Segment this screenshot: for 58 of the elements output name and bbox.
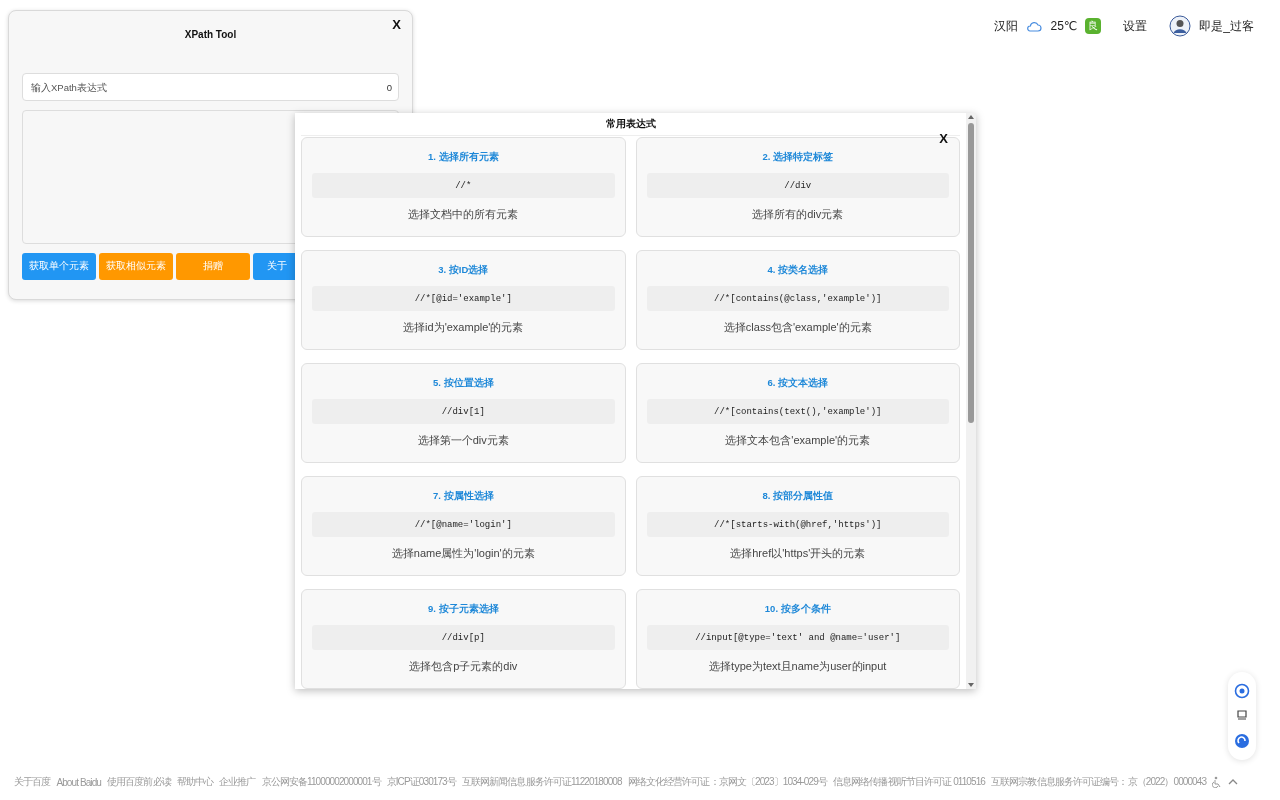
expression-card[interactable]: 9. 按子元素选择 //div[p] 选择包含p子元素的div xyxy=(301,589,626,689)
accessibility-icon[interactable] xyxy=(1212,776,1223,788)
avatar-icon[interactable] xyxy=(1169,15,1192,37)
card-title: 8. 按部分属性值 xyxy=(762,490,834,503)
card-description: 选择id为'example'的元素 xyxy=(403,320,524,335)
expression-code: //*[starts-with(@href,'https')] xyxy=(646,512,949,537)
expression-code: //div[1] xyxy=(312,399,615,424)
expression-card[interactable]: 4. 按类名选择 //*[contains(@class,'example')] 选择class包含'example'的元素 xyxy=(635,250,960,350)
card-title: 9. 按子元素选择 xyxy=(427,603,499,616)
expression-code: //div[p] xyxy=(312,625,615,650)
card-description: 选择class包含'example'的元素 xyxy=(723,320,872,335)
expression-code: //*[contains(@class,'example')] xyxy=(646,286,949,311)
scroll-up-icon[interactable] xyxy=(967,113,975,121)
card-description: 选择第一个div元素 xyxy=(417,433,509,448)
card-title: 6. 按文本选择 xyxy=(767,377,829,390)
card-title: 7. 按属性选择 xyxy=(432,490,494,503)
air-quality-badge: 良 xyxy=(1085,18,1102,34)
card-description: 选择文本包含'example'的元素 xyxy=(725,433,871,448)
expression-code: //*[@id='example'] xyxy=(312,286,615,311)
card-title: 4. 按类名选择 xyxy=(767,264,829,277)
expression-card[interactable]: 5. 按位置选择 //div[1] 选择第一个div元素 xyxy=(301,363,626,463)
panel-title: XPath Tool xyxy=(184,29,237,42)
xpath-input[interactable]: 输入XPath表达式 xyxy=(29,80,387,94)
close-button[interactable]: X xyxy=(388,15,405,34)
scroll-down-icon[interactable] xyxy=(967,681,975,689)
card-title: 3. 按ID选择 xyxy=(438,264,489,277)
card-description: 选择href以'https'开头的元素 xyxy=(730,546,866,561)
card-title: 2. 选择特定标签 xyxy=(762,151,834,164)
dialog-title: 常用表达式 xyxy=(605,117,656,131)
expression-code: //* xyxy=(312,173,615,198)
chevron-up-icon[interactable] xyxy=(1228,778,1239,786)
swirl-icon[interactable] xyxy=(1234,733,1250,750)
settings-link[interactable]: 设置 xyxy=(1123,17,1148,35)
expression-card[interactable]: 7. 按属性选择 //*[@name='login'] 选择name属性为'login'的元素 xyxy=(301,476,626,576)
card-title: 5. 按位置选择 xyxy=(432,377,494,390)
expression-card[interactable]: 3. 按ID选择 //*[@id='example'] 选择id为'example'的元素 xyxy=(301,250,626,350)
expression-code: //div xyxy=(646,173,949,198)
temperature-text: 25℃ xyxy=(1050,19,1078,33)
card-description: 选择type为text且name为user的input xyxy=(709,659,887,674)
expression-code: //input[@type='text' and @name='user'] xyxy=(646,625,949,650)
expression-card[interactable]: 10. 按多个条件 //input[@type='text' and @name='user'] 选择type为text且name为user的input xyxy=(635,589,960,689)
expression-code: //*[contains(text(),'example')] xyxy=(646,399,949,424)
card-title: 1. 选择所有元素 xyxy=(427,151,499,164)
cloud-icon xyxy=(1026,20,1043,32)
compass-icon[interactable] xyxy=(1234,682,1250,699)
xpath-input-field[interactable]: 输入XPath表达式 0 xyxy=(22,73,399,101)
card-description: 选择包含p子元素的div xyxy=(409,659,518,674)
location-text[interactable]: 汉阳 xyxy=(994,17,1019,35)
username-text[interactable]: 即是_过客 xyxy=(1199,17,1254,35)
card-description: 选择name属性为'login'的元素 xyxy=(391,546,535,561)
match-count: 0 xyxy=(386,81,392,93)
expression-card[interactable]: 6. 按文本选择 //*[contains(text(),'example')] 选择文本包含'example'的元素 xyxy=(635,363,960,463)
card-title: 10. 按多个条件 xyxy=(764,603,831,616)
expression-card[interactable]: 1. 选择所有元素 //* 选择文档中的所有元素 xyxy=(301,137,626,237)
card-description: 选择文档中的所有元素 xyxy=(408,207,519,222)
expression-code: //*[@name='login'] xyxy=(312,512,615,537)
card-description: 选择所有的div元素 xyxy=(752,207,844,222)
expression-card[interactable]: 8. 按部分属性值 //*[starts-with(@href,'https')] 选择href以'https'开头的元素 xyxy=(635,476,960,576)
